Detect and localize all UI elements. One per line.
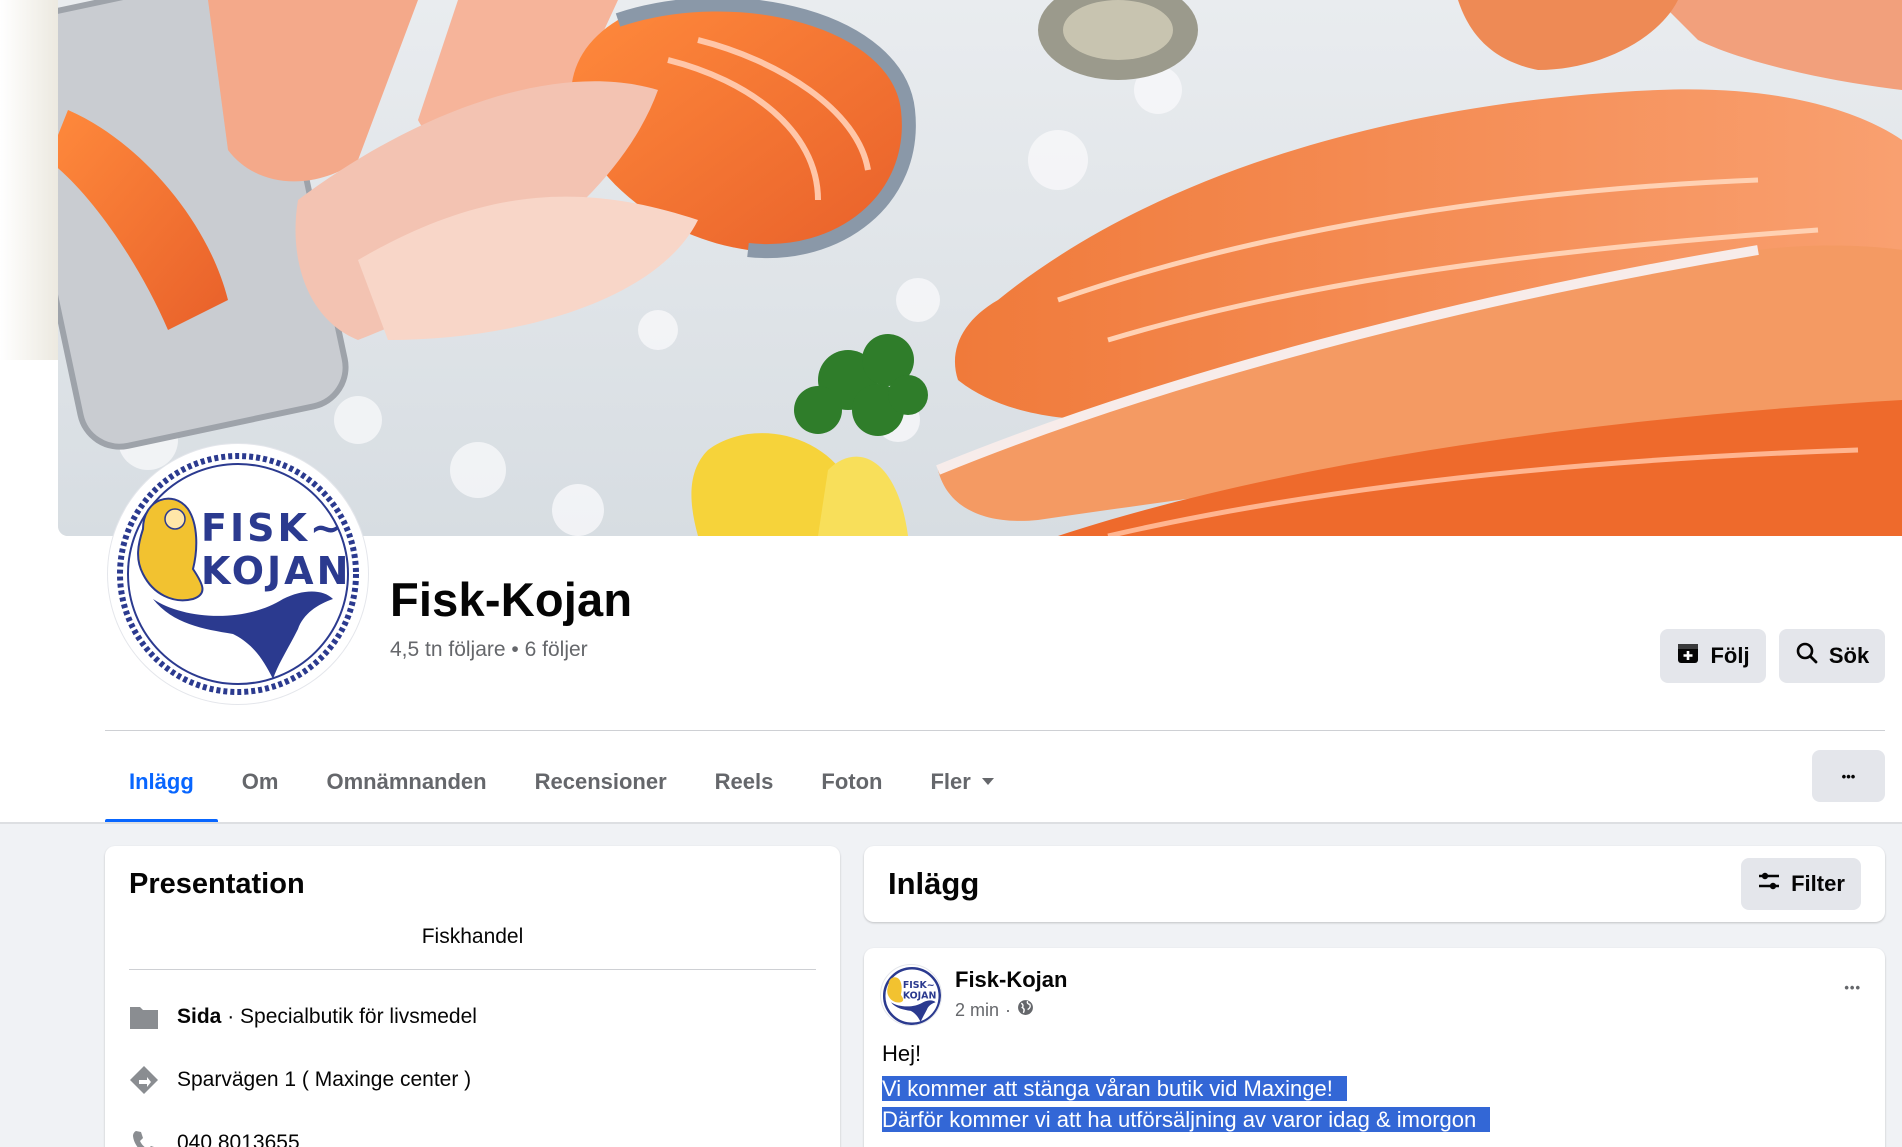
background-strip bbox=[0, 0, 58, 360]
tab-label: Reels bbox=[714, 768, 774, 794]
search-icon bbox=[1795, 641, 1819, 671]
page-title: Fisk-Kojan bbox=[390, 573, 633, 626]
header-bottom-border bbox=[0, 822, 1902, 824]
directions-icon bbox=[129, 1065, 159, 1095]
intro-phone-row: 040 8013655 bbox=[129, 1128, 300, 1147]
post-meta-separator: · bbox=[1005, 999, 1012, 1020]
page-profile-picture[interactable]: FISK~ KOJAN bbox=[108, 444, 368, 704]
tab-reels[interactable]: Reels bbox=[691, 740, 798, 823]
tab-reviews[interactable]: Recensioner bbox=[511, 740, 691, 823]
page-stats: 4,5 tn följare • 6 följer bbox=[390, 638, 588, 662]
post-line-highlight: Vi kommer att stänga våran butik vid Max… bbox=[882, 1073, 1490, 1104]
intro-address-row: Sparvägen 1 ( Maxinge center ) bbox=[129, 1065, 471, 1095]
follow-icon bbox=[1676, 641, 1700, 671]
tab-more[interactable]: Fler bbox=[906, 740, 1018, 823]
intro-bio: Fiskhandel bbox=[421, 925, 524, 948]
post-card: FISK~ KOJAN Fisk-Kojan 2 min · ••• Hej! … bbox=[864, 948, 1885, 1147]
search-button[interactable]: Sök bbox=[1779, 629, 1885, 683]
page-tabs: Inlägg Om Omnämnanden Recensioner Reels … bbox=[105, 740, 1019, 823]
intro-address[interactable]: Sparvägen 1 ( Maxinge center ) bbox=[177, 1068, 471, 1092]
filter-button[interactable]: Filter bbox=[1741, 858, 1861, 910]
search-label: Sök bbox=[1828, 643, 1870, 668]
tab-label: Omnämnanden bbox=[326, 768, 487, 794]
caret-down-icon bbox=[981, 774, 995, 790]
filter-icon bbox=[1757, 871, 1781, 897]
post-meta: 2 min · bbox=[955, 999, 1034, 1021]
more-dots-icon: ••• bbox=[1841, 768, 1856, 784]
intro-category-rest[interactable]: · Specialbutik för livsmedel bbox=[221, 1005, 477, 1028]
tab-label: Inlägg bbox=[129, 768, 194, 794]
post-logo-line2: KOJAN bbox=[903, 990, 937, 1001]
intro-phone[interactable]: 040 8013655 bbox=[177, 1131, 300, 1147]
follow-button[interactable]: Följ bbox=[1660, 629, 1766, 683]
logo-text-line1: FISK~ bbox=[201, 506, 345, 550]
post-author-name[interactable]: Fisk-Kojan bbox=[955, 967, 1067, 993]
tab-label: Foton bbox=[821, 768, 883, 794]
intro-category-bold: Sida bbox=[177, 1005, 222, 1028]
tab-about[interactable]: Om bbox=[218, 740, 303, 823]
post-body: Hej! Vi kommer att stänga våran butik vi… bbox=[882, 1038, 1491, 1135]
tab-photos[interactable]: Foton bbox=[797, 740, 906, 823]
follow-label: Följ bbox=[1710, 643, 1750, 668]
fisk-kojan-logo: FISK~ KOJAN bbox=[116, 452, 360, 696]
following-count[interactable]: 6 följer bbox=[525, 638, 588, 662]
phone-icon bbox=[129, 1128, 159, 1147]
stats-separator: • bbox=[511, 638, 519, 661]
logo-text-line2: KOJAN bbox=[201, 549, 351, 593]
more-options-button[interactable]: ••• bbox=[1812, 750, 1885, 802]
posts-title: Inlägg bbox=[888, 866, 980, 901]
page-flag-icon bbox=[129, 1002, 159, 1032]
followers-count[interactable]: 4,5 tn följare bbox=[390, 638, 506, 662]
post-author-avatar[interactable]: FISK~ KOJAN bbox=[880, 964, 942, 1026]
post-time[interactable]: 2 min bbox=[955, 1000, 999, 1021]
post-logo-icon: FISK~ KOJAN bbox=[881, 965, 941, 1025]
intro-card: Presentation Fiskhandel Sida · Specialbu… bbox=[105, 846, 840, 1147]
header-divider bbox=[105, 730, 1885, 731]
post-line: Hej! bbox=[882, 1041, 922, 1066]
post-options-button[interactable]: ••• bbox=[1844, 980, 1861, 995]
tab-posts[interactable]: Inlägg bbox=[105, 740, 218, 823]
page-header-area: FISK~ KOJAN Fisk-Kojan 4,5 tn följare • … bbox=[0, 0, 1902, 823]
tab-label: Fler bbox=[930, 768, 971, 794]
intro-divider bbox=[129, 969, 816, 970]
post-line: Därför kommer vi att ha utförsäljning av… bbox=[882, 1107, 1491, 1132]
tab-label: Om bbox=[241, 768, 279, 794]
intro-title: Presentation bbox=[129, 868, 305, 900]
globe-icon[interactable] bbox=[1017, 999, 1034, 1021]
posts-header-card: Inlägg Filter bbox=[864, 846, 1885, 922]
tab-label: Recensioner bbox=[534, 768, 667, 794]
tab-mentions[interactable]: Omnämnanden bbox=[302, 740, 510, 823]
filter-label: Filter bbox=[1791, 871, 1845, 896]
intro-category-row: Sida · Specialbutik för livsmedel bbox=[129, 1002, 477, 1032]
post-logo-line1: FISK~ bbox=[903, 980, 935, 991]
intro-category-text: Sida · Specialbutik för livsmedel bbox=[177, 1005, 477, 1029]
post-line: Vi kommer att stänga våran butik vid Max… bbox=[882, 1076, 1347, 1101]
